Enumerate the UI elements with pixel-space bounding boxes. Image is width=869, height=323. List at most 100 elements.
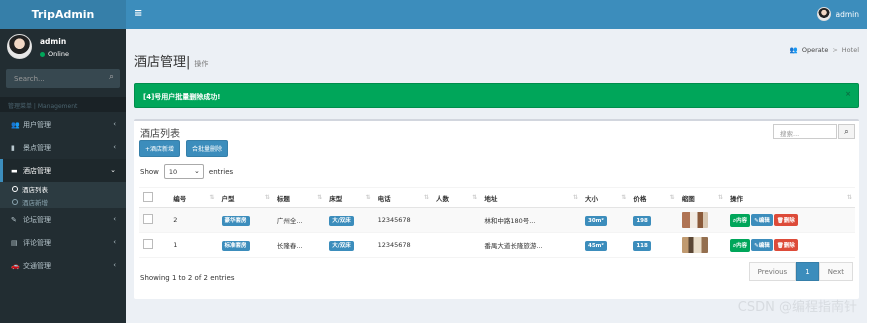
- trash-icon: 🗑: [776, 217, 784, 224]
- select-all-header[interactable]: [139, 187, 170, 208]
- sidebar-item-label: 用户管理: [23, 120, 51, 129]
- sidebar-item-comments[interactable]: ▤ 评论管理 ‹: [0, 231, 126, 254]
- sidebar-item-hotels[interactable]: ▬ 酒店管理 ⌄: [0, 159, 126, 182]
- pagination-next[interactable]: Next: [818, 262, 853, 281]
- users-icon: 👥: [789, 46, 798, 54]
- column-header[interactable]: 地址 ⇅: [480, 187, 582, 208]
- pagination-page[interactable]: 1: [796, 262, 819, 281]
- hotel-thumbnail[interactable]: [681, 237, 708, 253]
- sidebar-item-forum[interactable]: ✎ 论坛管理 ‹: [0, 208, 126, 231]
- cell-bed: 大/双床: [325, 232, 374, 258]
- table-search-input[interactable]: 搜索...: [773, 124, 837, 139]
- cell-bed: 大/双床: [325, 207, 374, 233]
- breadcrumb-item[interactable]: Operate: [802, 46, 828, 54]
- breadcrumb: 👥 Operate > Hotel: [790, 46, 859, 54]
- column-header[interactable]: 户型 ⇅: [217, 187, 273, 208]
- entries-select[interactable]: 10 ⌄: [163, 164, 204, 179]
- sort-icon: ⇅: [472, 194, 478, 201]
- column-header[interactable]: 价格 ⇅: [629, 187, 678, 208]
- sort-icon: ⇅: [717, 194, 724, 201]
- sidebar-item-label: 评论管理: [23, 238, 51, 247]
- view-button-label: 内容: [736, 242, 748, 249]
- row-select-cell[interactable]: [139, 207, 170, 233]
- sidebar: admin Online Search... ⌕ 管理菜单 | Manageme…: [0, 29, 126, 323]
- delete-button[interactable]: 🗑删除: [773, 238, 798, 251]
- cell-thumbnail: [677, 207, 727, 233]
- sidebar-user-panel: admin Online: [7, 34, 69, 59]
- bed-type-badge: 大/双床: [329, 241, 354, 251]
- sidebar-search-placeholder: Search...: [14, 75, 45, 83]
- column-header[interactable]: 缩图 ⇅: [677, 187, 727, 208]
- hotel-thumbnail[interactable]: [681, 212, 708, 228]
- book-icon: ▮: [11, 143, 15, 152]
- app-logo[interactable]: TripAdmin: [0, 0, 126, 29]
- sidebar-item-transport[interactable]: 🚗 交通管理 ‹: [0, 254, 126, 277]
- user-menu[interactable]: admin: [816, 7, 859, 21]
- avatar: [816, 7, 831, 21]
- sidebar-avatar: [7, 34, 32, 59]
- sidebar-item-attractions[interactable]: ▮ 景点管理 ‹: [0, 136, 126, 159]
- view-button[interactable]: ⌕内容: [730, 213, 751, 227]
- pagination: Previous 1 Next: [748, 262, 853, 281]
- bed-icon: ▬: [11, 166, 18, 175]
- column-header[interactable]: 标题 ⇅: [272, 187, 326, 208]
- sidebar-header: 管理菜单 | Management: [0, 97, 126, 112]
- sort-icon: ⇅: [209, 194, 215, 201]
- sort-icon: ⇅: [573, 194, 579, 201]
- app-root: TripAdmin ≡ admin admin Online Search...…: [0, 0, 869, 323]
- trash-icon: 🗑: [776, 242, 784, 249]
- table-row: 1 标准套房 长隆春... 大/双床 12345678 番禺大道长隆旅游... …: [139, 232, 855, 258]
- sidebar-submenu-hotels: 酒店列表 酒店新增: [0, 182, 126, 208]
- table-header-row: 编号 ⇅ 户型 ⇅ 标题 ⇅ 床型 ⇅ 电话 ⇅ 人数 ⇅ 地址 ⇅ 大小 ⇅ 价格 ⇅ 缩图 ⇅ …: [139, 187, 855, 208]
- sidebar-subitem-label: 酒店新增: [22, 198, 48, 207]
- add-hotel-button[interactable]: +酒店新增: [139, 140, 181, 157]
- cell-price: 198: [629, 207, 678, 233]
- main-content: 酒店管理| 操作 👥 Operate > Hotel [4]号用户批量删除成功! …: [126, 29, 867, 323]
- cell-thumbnail: [677, 232, 727, 258]
- row-checkbox[interactable]: [143, 214, 153, 224]
- delete-button[interactable]: 🗑删除: [773, 213, 798, 226]
- select-all-checkbox[interactable]: [143, 191, 153, 202]
- breadcrumb-current: Hotel: [841, 46, 859, 54]
- column-header[interactable]: 人数 ⇅: [432, 187, 481, 208]
- edit-button-label: 编辑: [758, 217, 770, 224]
- view-button[interactable]: ⌕内容: [730, 238, 751, 252]
- sidebar-search-input[interactable]: Search... ⌕: [6, 69, 120, 88]
- top-navbar: ≡ admin: [126, 0, 867, 29]
- batch-delete-button[interactable]: 合批量删除: [186, 140, 229, 157]
- sidebar-item-label: 论坛管理: [23, 215, 51, 224]
- box-toolbar: +酒店新增 合批量删除: [139, 140, 229, 157]
- cell-room-type: 标准套房: [217, 232, 273, 258]
- close-icon[interactable]: ×: [845, 90, 851, 98]
- row-select-cell[interactable]: [139, 232, 170, 258]
- column-header[interactable]: 床型 ⇅: [325, 187, 374, 208]
- sidebar-item-users[interactable]: 👥 用户管理 ‹: [0, 113, 126, 136]
- search-icon[interactable]: ⌕: [838, 124, 855, 139]
- sort-icon: ⇅: [423, 194, 429, 201]
- menu-toggle-icon[interactable]: ≡: [134, 8, 142, 19]
- chevron-left-icon: ‹: [113, 120, 116, 128]
- cell-size: 45m²: [581, 232, 630, 258]
- page-length-control: Show 10 ⌄ entries: [140, 164, 233, 179]
- price-badge: 198: [633, 216, 651, 226]
- chevron-left-icon: ‹: [113, 215, 116, 223]
- sort-icon: ⇅: [264, 194, 270, 201]
- breadcrumb-separator: >: [832, 46, 838, 54]
- cell-size: 30m²: [581, 207, 630, 233]
- edit-button-label: 编辑: [758, 242, 770, 249]
- row-checkbox[interactable]: [143, 239, 153, 249]
- sidebar-subitem-hotel-list[interactable]: 酒店列表: [0, 182, 126, 195]
- edit-button[interactable]: ✎编辑: [751, 213, 773, 226]
- column-header[interactable]: 编号 ⇅: [169, 187, 218, 208]
- search-icon[interactable]: ⌕: [109, 72, 114, 82]
- sidebar-subitem-hotel-add[interactable]: 酒店新增: [0, 195, 126, 208]
- column-header[interactable]: 操作 ⇅: [726, 187, 855, 208]
- column-header[interactable]: 大小 ⇅: [581, 187, 630, 208]
- column-header-label: 人数: [436, 194, 449, 203]
- sort-icon: ⇅: [669, 194, 675, 201]
- pagination-previous[interactable]: Previous: [748, 262, 797, 281]
- chevron-left-icon: ‹: [113, 238, 116, 246]
- entries-label: entries: [208, 167, 234, 176]
- column-header[interactable]: 电话 ⇅: [373, 187, 432, 208]
- edit-button[interactable]: ✎编辑: [751, 238, 773, 251]
